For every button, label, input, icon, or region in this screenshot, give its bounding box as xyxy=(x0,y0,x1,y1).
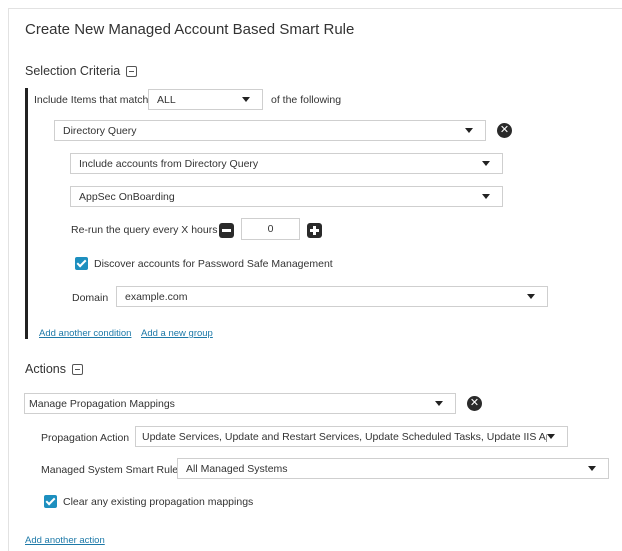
criteria-group-bar xyxy=(25,88,28,339)
domain-select[interactable]: example.com xyxy=(116,286,548,307)
chevron-down-icon xyxy=(435,401,443,406)
add-group-link[interactable]: Add a new group xyxy=(141,328,213,339)
domain-value: example.com xyxy=(125,290,188,303)
add-condition-link[interactable]: Add another condition xyxy=(39,328,131,339)
match-select-value: ALL xyxy=(157,93,176,106)
include-accounts-select[interactable]: Include accounts from Directory Query xyxy=(70,153,503,174)
directory-query-select[interactable]: AppSec OnBoarding xyxy=(70,186,503,207)
match-select[interactable]: ALL xyxy=(148,89,263,110)
rerun-label: Re-run the query every X hours xyxy=(71,224,218,236)
actions-heading[interactable]: Actions xyxy=(25,362,83,376)
chevron-down-icon xyxy=(465,128,473,133)
include-items-label: Include Items that match xyxy=(34,94,149,106)
condition-type-value: Directory Query xyxy=(63,124,137,137)
add-action-link[interactable]: Add another action xyxy=(25,535,105,546)
rerun-hours-input[interactable]: 0 xyxy=(241,218,300,240)
collapse-icon[interactable] xyxy=(126,65,138,77)
chevron-down-icon xyxy=(588,466,596,471)
clear-mappings-checkbox[interactable] xyxy=(44,495,57,508)
remove-action-icon[interactable]: ✕ xyxy=(467,396,482,411)
collapse-icon[interactable] xyxy=(72,363,83,375)
action-type-select[interactable]: Manage Propagation Mappings xyxy=(24,393,456,414)
chevron-down-icon xyxy=(527,294,535,299)
propagation-action-label: Propagation Action xyxy=(41,432,130,444)
action-type-value: Manage Propagation Mappings xyxy=(29,397,175,410)
increment-hours-button[interactable] xyxy=(307,223,322,238)
of-following-label: of the following xyxy=(271,94,342,106)
discover-accounts-label: Discover accounts for Password Safe Mana… xyxy=(94,258,333,270)
remove-condition-icon[interactable]: ✕ xyxy=(497,123,512,138)
include-accounts-value: Include accounts from Directory Query xyxy=(79,157,259,170)
decrement-hours-button[interactable] xyxy=(219,223,234,238)
chevron-down-icon xyxy=(242,97,250,102)
discover-accounts-checkbox[interactable] xyxy=(75,257,88,270)
chevron-down-icon xyxy=(482,194,490,199)
selection-criteria-heading[interactable]: Selection Criteria xyxy=(25,64,138,78)
propagation-action-select[interactable]: Update Services, Update and Restart Serv… xyxy=(135,426,568,447)
chevron-down-icon xyxy=(547,434,555,439)
domain-label: Domain xyxy=(72,292,109,304)
directory-query-value: AppSec OnBoarding xyxy=(79,190,175,203)
propagation-action-value: Update Services, Update and Restart Serv… xyxy=(142,430,547,443)
smart-rule-value: All Managed Systems xyxy=(186,462,288,475)
clear-mappings-label: Clear any existing propagation mappings xyxy=(63,496,254,508)
page-title: Create New Managed Account Based Smart R… xyxy=(25,21,355,38)
chevron-down-icon xyxy=(482,161,490,166)
actions-label: Actions xyxy=(25,362,66,376)
smart-rule-label: Managed System Smart Rule xyxy=(41,464,179,476)
condition-type-select[interactable]: Directory Query xyxy=(54,120,486,141)
selection-criteria-label: Selection Criteria xyxy=(25,64,121,78)
smart-rule-select[interactable]: All Managed Systems xyxy=(177,458,609,479)
